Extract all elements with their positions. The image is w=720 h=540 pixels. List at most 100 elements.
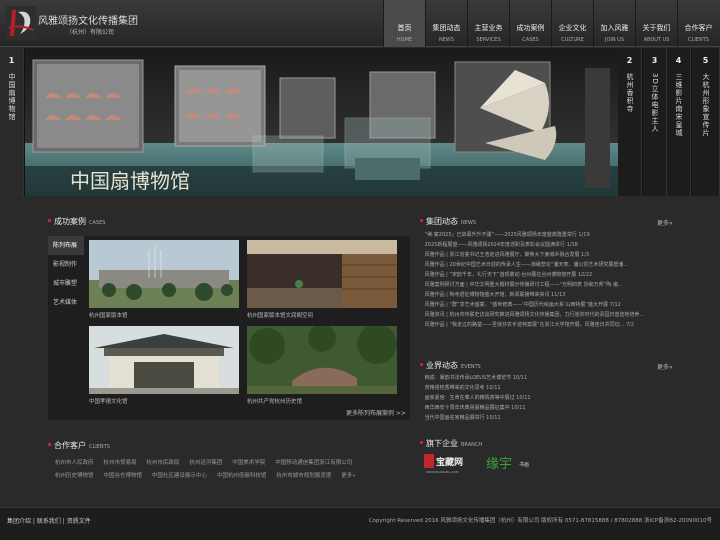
client-link[interactable]: 中国移动通信集团浙江有限公司: [275, 457, 352, 470]
banner-tab-4[interactable]: 4 三维影片南宋皇城: [667, 48, 691, 196]
tab-number: 3: [651, 56, 658, 65]
yuanyu-logo[interactable]: 缘宇 书画: [486, 457, 529, 472]
section-title-en: CLIENTS: [89, 444, 110, 450]
banner-slider: 1 中国扇博物馆 中国扇博物馆 2 杭州香积寺 3 3D立体电影主人 4 三维影…: [0, 48, 720, 196]
client-link[interactable]: 杭州市城市规划展览馆: [276, 470, 331, 483]
case-thumbnail[interactable]: [247, 326, 397, 394]
client-link[interactable]: 杭州运河集团: [189, 457, 222, 470]
nav-label-en: CULTURE: [561, 37, 584, 43]
event-item[interactable]: 当代中国画名家精品展举行 10/11: [420, 413, 675, 423]
news-item[interactable]: 2025新程展望——风雅颂扬2024年度述职及表彰会议圆满举行 1/18: [420, 240, 675, 250]
case-thumbnail[interactable]: [89, 240, 239, 308]
banner-tab-3[interactable]: 3 3D立体电影主人: [643, 48, 667, 196]
footer-link-qualifications[interactable]: 资质文件: [67, 518, 91, 525]
banner-tab-5[interactable]: 5 大杭州形象宣传片: [692, 48, 720, 196]
baozang-logo-text: 宝藏网: [436, 456, 463, 468]
logo-subtext: （杭州）有限公司: [66, 29, 115, 36]
nav-label: 首页: [397, 24, 412, 32]
banner-image[interactable]: 中国扇博物馆: [25, 48, 618, 196]
cases-menu-media[interactable]: 艺术媒体: [48, 293, 84, 312]
event-item[interactable]: 普格塔桂香带来的文化思考 10/11: [420, 383, 675, 393]
client-link[interactable]: 中国杭州低碳科技馆: [217, 470, 267, 483]
nav-label: 企业文化: [558, 24, 587, 32]
case-caption: 杭州国家版本馆文润阁空间: [247, 313, 314, 319]
case-card[interactable]: 杭州国家版本馆: [89, 240, 239, 319]
bullet-icon: [420, 363, 423, 366]
section-title-en: NEWS: [461, 220, 477, 226]
news-list: “稀·宴2025」已启幕升升不疆”——2025风雅颂扬年度盛典隆重举行 1/19…: [420, 230, 675, 330]
client-link[interactable]: 杭州市民政局: [146, 457, 179, 470]
case-card[interactable]: 杭州共产党杭州历史馆: [247, 326, 397, 405]
copyright-text: Copyright Reserved 2016 风雅颂扬文化传播集团（杭州）有限…: [368, 518, 712, 524]
yuanyu-logo-sub: 书画: [519, 461, 529, 468]
nav-home[interactable]: 首页 HOME: [383, 0, 425, 47]
cases-category-menu: 陈列布展 影视制作 城市雕塑 艺术媒体: [48, 236, 84, 312]
nav-label-en: JOIN US: [604, 37, 625, 43]
section-title-en: BRANCH: [461, 442, 483, 448]
news-item[interactable]: 风雅作品 | “我走过的路楚——圣徐芬农手迹特案展”在浙江大学馆开展，风雅连日共…: [420, 320, 675, 330]
nav-label: 加入风雅: [600, 24, 629, 32]
banner-tab-1[interactable]: 1 中国扇博物馆: [0, 48, 24, 196]
tab-label: 三维影片南宋皇城: [675, 73, 683, 137]
cases-menu-exhibition[interactable]: 陈列布展: [48, 236, 84, 255]
nav-label-en: ABOUT US: [643, 37, 670, 43]
event-item[interactable]: 画家夏宫：生命在奉人的精情真等中展过 10/11: [420, 393, 675, 403]
footer-link-contact[interactable]: 联系我们: [37, 518, 61, 525]
cases-more-link[interactable]: 更多陈列布展案例 >>: [346, 408, 406, 417]
branch-section-title: 旗下企业 BRANCH: [420, 438, 482, 450]
nav-label: 关于我们: [642, 24, 671, 32]
client-link[interactable]: 中国美术学院: [232, 457, 265, 470]
nav-label: 合作客户: [684, 24, 713, 32]
clients-more-link[interactable]: 更多»: [341, 470, 355, 483]
clients-list: 杭州市人民政府 杭州市贸易局 杭州市民政局 杭州运河集团 中国美术学院 中国移动…: [55, 457, 405, 483]
banner-caption: 中国扇博物馆: [70, 169, 190, 193]
branch-logos: 宝藏网 WWW.BAOZANG.COM 缘宇 书画: [424, 454, 529, 474]
news-item[interactable]: 风雅作品 | 浙江省委书记王浩走进风雅展厅，聚焦大下姜城乡融合发展 1/3: [420, 250, 675, 260]
clients-section-title: 合作客户 CLIENTS: [48, 440, 110, 452]
case-card[interactable]: 中国孝德文化馆: [89, 326, 239, 405]
nav-culture[interactable]: 企业文化 CULTURE: [551, 0, 593, 47]
events-more-link[interactable]: 更多»: [657, 362, 673, 371]
client-link[interactable]: 中国谷仓博物馆: [103, 470, 142, 483]
case-thumbnail[interactable]: [247, 240, 397, 308]
baozang-logo[interactable]: 宝藏网 WWW.BAOZANG.COM: [424, 454, 463, 474]
nav-label: 集团动态: [432, 24, 461, 32]
logo-icon[interactable]: [6, 6, 36, 40]
cases-menu-sculpture[interactable]: 城市雕塑: [48, 274, 84, 293]
nav-news[interactable]: 集团动态 NEWS: [425, 0, 467, 47]
nav-join-us[interactable]: 加入风雅 JOIN US: [593, 0, 635, 47]
banner-tab-2[interactable]: 2 杭州香积寺: [618, 48, 642, 196]
nav-about-us[interactable]: 关于我们 ABOUT US: [635, 0, 677, 47]
news-item[interactable]: “稀·宴2025」已启幕升升不疆”——2025风雅颂扬年度盛典隆重举行 1/19: [420, 230, 675, 240]
nav-label: 主营业务: [474, 24, 503, 32]
news-item[interactable]: 风雅案例研讨方面 | 中华文明重大题材展示传播研讨工程——“光明四表 协和万邦”…: [420, 280, 675, 290]
main-nav: 首页 HOME 集团动态 NEWS 主营业务 SERVICES 成功案例 CASES 企…: [383, 0, 719, 47]
events-section-title: 业界动态 EVENTS: [420, 360, 481, 372]
client-link[interactable]: 杭州市贸易局: [103, 457, 136, 470]
cases-menu-film[interactable]: 影视制作: [48, 255, 84, 274]
case-caption: 杭州共产党杭州历史馆: [247, 399, 303, 405]
nav-services[interactable]: 主营业务 SERVICES: [467, 0, 509, 47]
nav-clients[interactable]: 合作客户 CLIENTS: [677, 0, 719, 47]
news-more-link[interactable]: 更多»: [657, 218, 673, 227]
client-link[interactable]: 杭州历史博物馆: [55, 470, 94, 483]
news-item[interactable]: 风雅作品 | “宋韵千年，礼行天下”首现敬动·台州展在台州博物馆开展 12/22: [420, 270, 675, 280]
news-item[interactable]: 风雅作品 | 陶寺遗址博物馆盛大开馆，新闻联播带来资讯 11/13: [420, 290, 675, 300]
client-link[interactable]: 中国社区建设展示中心: [152, 470, 207, 483]
client-link[interactable]: 杭州市人民政府: [55, 457, 94, 470]
news-item[interactable]: 风雅作品 | “群”享艺术盛宴，“盛世修典——‘中国历代绘画大系’山西特展”盛大…: [420, 300, 675, 310]
logo-text[interactable]: 风雅颂扬文化传播集团: [38, 12, 138, 27]
case-caption: 中国孝德文化馆: [89, 399, 128, 405]
footer-link-about[interactable]: 集团介绍: [7, 518, 31, 525]
news-item[interactable]: 风雅作品 | 20世纪中国艺术日前的传承人生——演峨悲论“潘天寿、潘公凯艺术研究…: [420, 260, 675, 270]
case-thumbnail[interactable]: [89, 326, 239, 394]
event-item[interactable]: 西华西安十周年庆典晃晨精品展征集中 10/11: [420, 403, 675, 413]
case-card[interactable]: 杭州国家版本馆文润阁空间: [247, 240, 397, 319]
nav-cases[interactable]: 成功案例 CASES: [509, 0, 551, 47]
section-title-en: CASES: [89, 220, 106, 226]
event-item[interactable]: 韩成：暴韵书法传承LOEUS艺术博览节 10/11: [420, 373, 675, 383]
bullet-icon: [48, 219, 51, 222]
news-item[interactable]: 风雅资讯 | 杭州市传联史访谈研究推进风雅颂扬文化传播集团，力行道崇时代的责园日…: [420, 310, 675, 320]
tab-label: 大杭州形象宣传片: [702, 73, 710, 137]
nav-label-en: CLIENTS: [688, 37, 709, 43]
